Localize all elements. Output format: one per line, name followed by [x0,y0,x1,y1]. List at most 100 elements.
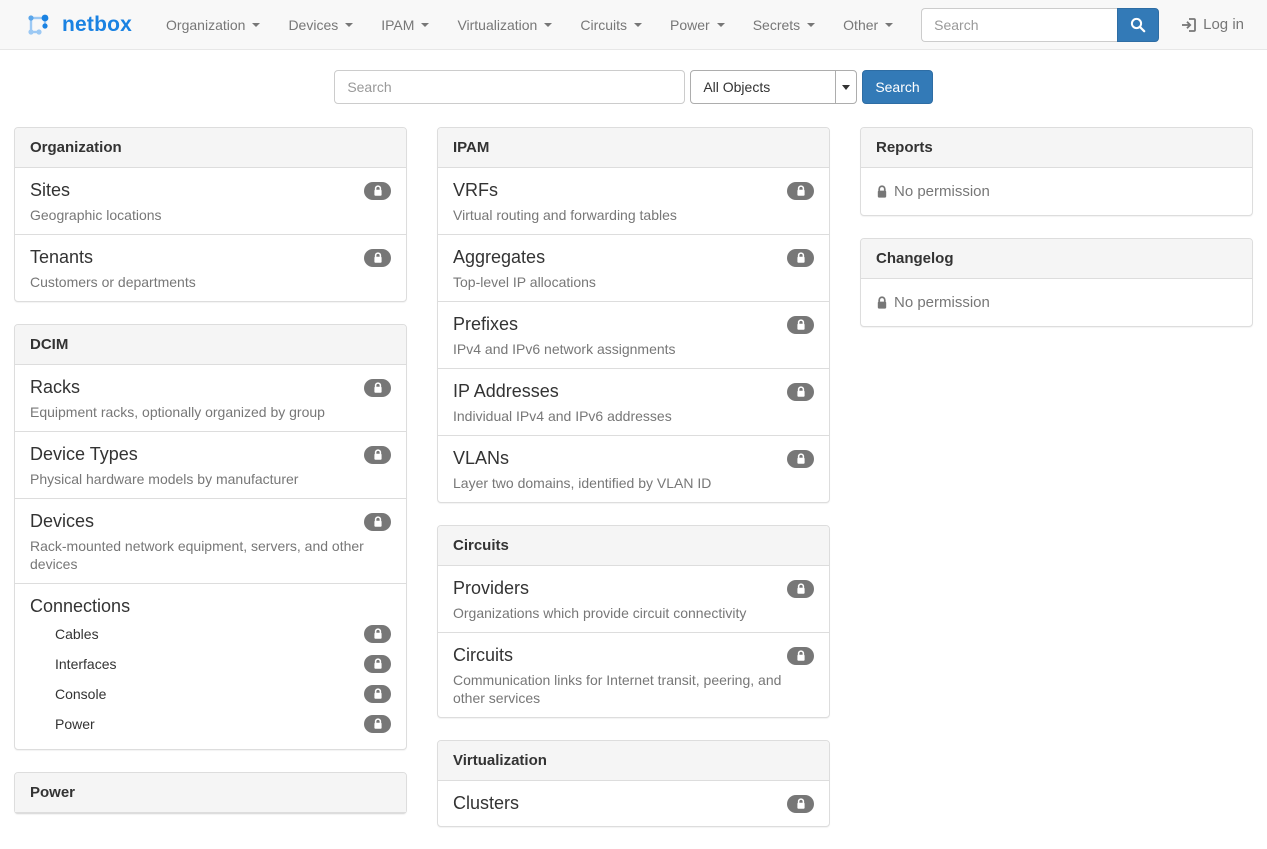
item-vlans: VLANsLayer two domains, identified by VL… [438,436,829,502]
item-prefixes: PrefixesIPv4 and IPv6 network assignment… [438,302,829,369]
nav-menu-organization[interactable]: Organization [152,2,274,48]
nav-menu-circuits[interactable]: Circuits [566,2,656,48]
search-input[interactable] [334,70,685,104]
netbox-brand[interactable]: netbox [25,10,132,40]
lock-icon [373,449,383,461]
nav-menu-label: Secrets [753,17,800,33]
link-connections-interfaces[interactable]: Interfaces [55,654,116,674]
panel-heading-organization: Organization [15,128,406,168]
item-device-types: Device Types Physical hardware models by … [15,432,406,499]
navbar-search-button[interactable] [1117,8,1159,42]
panel-reports: ReportsNo permission [860,127,1253,216]
item-row: VRFs [453,178,814,203]
lock-badge [364,182,391,200]
link-circuits[interactable]: Circuits [453,643,513,668]
item-providers: ProvidersOrganizations which provide cir… [438,566,829,633]
lock-icon [876,185,888,199]
lock-icon [373,628,383,640]
item-connections: Connections Cables Interfaces Console Power [15,584,406,749]
chevron-down-icon [252,23,260,27]
chevron-down-icon [885,23,893,27]
nav-menu-power[interactable]: Power [656,2,739,48]
item-description: Geographic locations [30,206,391,224]
link-connections-power[interactable]: Power [55,714,95,734]
object-type-select[interactable]: All Objects [690,70,857,104]
nav-menu-label: Devices [288,17,338,33]
link-aggregates[interactable]: Aggregates [453,245,545,270]
subitem-interfaces: Interfaces [30,649,391,679]
no-permission-label: No permission [894,183,990,200]
panel-list: ProvidersOrganizations which provide cir… [438,566,829,717]
nav-menu-label: Circuits [580,17,627,33]
panel-list: Clusters [438,781,829,826]
link-clusters[interactable]: Clusters [453,791,519,816]
nav-menu-label: Organization [166,17,245,33]
navbar-menus: Organization Devices IPAM Virtualization Cir… [152,2,907,48]
link-device-types[interactable]: Device Types [30,442,138,467]
nav-item-other: Other [829,2,907,48]
link-vrfs[interactable]: VRFs [453,178,498,203]
nav-item-ipam: IPAM [367,2,443,48]
middle-column: IPAMVRFsVirtual routing and forwarding t… [437,127,830,849]
link-tenants[interactable]: Tenants [30,245,93,270]
lock-badge [364,379,391,397]
lock-icon [796,185,806,197]
link-connections-cables[interactable]: Cables [55,624,99,644]
lock-badge [364,513,391,531]
link-connections-console[interactable]: Console [55,684,106,704]
nav-menu-devices[interactable]: Devices [274,2,367,48]
panel-power: Power [14,772,407,814]
search-button[interactable]: Search [862,70,932,104]
subitem-console: Console [30,679,391,709]
navbar-search-input[interactable] [921,8,1117,42]
lock-badge [364,655,391,673]
login-link[interactable]: Log in [1181,16,1244,33]
link-prefixes[interactable]: Prefixes [453,312,518,337]
item-sites: Sites Geographic locations [15,168,406,235]
lock-icon [796,650,806,662]
nav-menu-label: IPAM [381,17,414,33]
lock-badge [787,249,814,267]
chevron-down-icon [717,23,725,27]
nav-menu-other[interactable]: Other [829,2,907,48]
right-column: ReportsNo permissionChangelogNo permissi… [860,127,1253,349]
panel-heading-virtualization: Virtualization [438,741,829,781]
brand-text: netbox [62,13,132,37]
nav-menu-label: Virtualization [457,17,537,33]
item-row: Sites [30,178,391,203]
lock-badge [787,647,814,665]
link-devices[interactable]: Devices [30,509,94,534]
chevron-down-icon [544,23,552,27]
item-description: Communication links for Internet transit… [453,671,814,707]
item-circuits: Circuits Communication links for Internet… [438,633,829,717]
panel-list: VRFsVirtual routing and forwarding table… [438,168,829,502]
lock-badge [364,625,391,643]
panel-heading-circuits: Circuits [438,526,829,566]
top-navbar: netbox Organization Devices IPAM Virtualiza… [0,0,1267,50]
item-description: Physical hardware models by manufacturer [30,470,391,488]
no-permission-notice: No permission [861,279,1252,326]
nav-menu-ipam[interactable]: IPAM [367,2,443,48]
lock-badge [364,249,391,267]
link-providers[interactable]: Providers [453,576,529,601]
link-ip-addresses[interactable]: IP Addresses [453,379,559,404]
link-racks[interactable]: Racks [30,375,80,400]
lock-icon [373,252,383,264]
lock-icon [796,319,806,331]
lock-icon [796,583,806,595]
nav-menu-secrets[interactable]: Secrets [739,2,829,48]
lock-icon [373,185,383,197]
nav-menu-virtualization[interactable]: Virtualization [443,2,566,48]
link-sites[interactable]: Sites [30,178,70,203]
link-vlans[interactable]: VLANs [453,446,509,471]
navbar-search-group [921,8,1159,42]
panel-ipam: IPAMVRFsVirtual routing and forwarding t… [437,127,830,503]
nav-item-organization: Organization [152,2,274,48]
lock-badge [787,450,814,468]
panel-heading-ipam: IPAM [438,128,829,168]
global-search-bar: All Objects Search [0,70,1267,104]
panel-organization: Organization Sites Geographic locations Ten… [14,127,407,302]
chevron-down-icon [345,23,353,27]
panel-circuits: CircuitsProvidersOrganizations which pro… [437,525,830,718]
link-connections[interactable]: Connections [30,594,130,619]
